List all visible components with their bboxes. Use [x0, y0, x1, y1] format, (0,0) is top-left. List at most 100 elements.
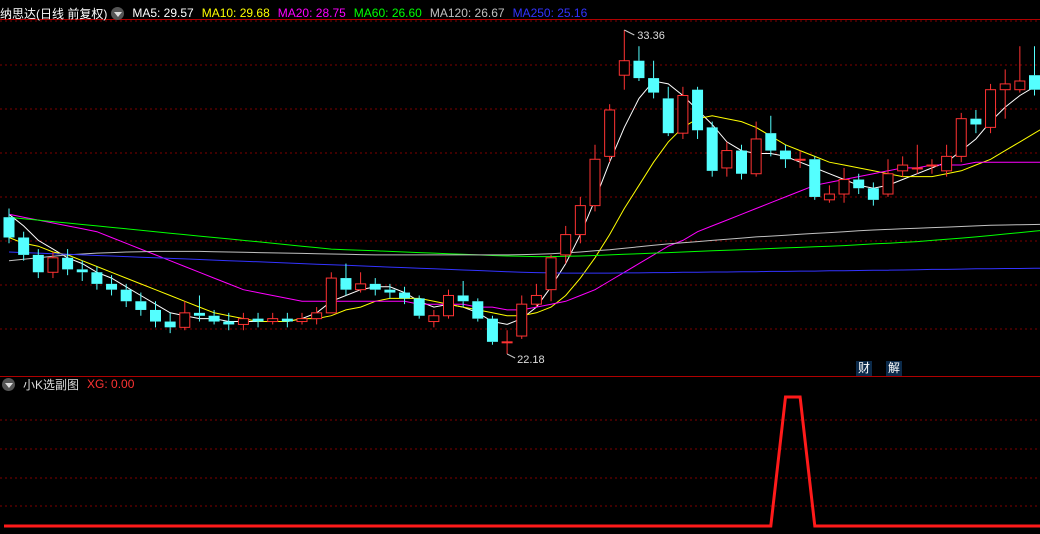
candle-body-down — [457, 295, 469, 302]
candle-body-up — [955, 118, 967, 157]
candle-body-up — [311, 312, 323, 320]
candle-body-down — [970, 118, 982, 125]
candle-body-down — [779, 150, 791, 160]
candle-body-up — [677, 94, 689, 134]
candle-body-down — [369, 283, 381, 290]
unlock-badge[interactable]: 解 — [886, 361, 902, 376]
candle-body-up — [897, 164, 909, 172]
candle-body-down — [252, 318, 264, 322]
candle-body-up — [325, 277, 337, 314]
candle-body-up — [985, 89, 997, 128]
low-pointer — [506, 353, 516, 359]
candle-body-down — [765, 133, 777, 151]
moving-average-lines — [8, 80, 1040, 325]
candle-body-down — [3, 217, 15, 238]
candle-body-up — [355, 283, 367, 291]
grid — [0, 19, 1040, 507]
candle-body-down — [223, 321, 235, 325]
candle-body-up — [721, 150, 733, 169]
candle-body-up — [911, 167, 923, 170]
candle-body-down — [164, 321, 176, 328]
candle-body-down — [472, 301, 484, 319]
candle-body-up — [574, 205, 586, 236]
ma250-label: MA250: 25.16 — [512, 6, 588, 20]
candle-body-down — [91, 272, 103, 284]
candle-body-up — [823, 193, 835, 201]
ma250-line — [8, 251, 1040, 274]
sub-legend: 小K选副图 XG: 0.00 — [0, 376, 142, 392]
candle-body-up — [589, 158, 601, 207]
ma120-line — [8, 223, 1040, 262]
candle-body-up — [941, 155, 953, 172]
candle-body-up — [926, 164, 938, 167]
candle-body-down — [32, 254, 44, 273]
candle-body-up — [838, 179, 850, 195]
candle-body-down — [736, 150, 747, 174]
candle-body-up — [443, 294, 454, 317]
candle-body-down — [486, 318, 498, 342]
price-annotations: 33.36 22.18 — [506, 29, 665, 366]
ma10-line — [8, 115, 1040, 322]
dropdown-arrow-icon[interactable] — [111, 6, 125, 20]
candle-body-up — [267, 318, 279, 323]
xg-value-label: XG: 0.00 — [87, 377, 135, 391]
stock-title[interactable]: 纳思达(日线 前复权) — [0, 5, 107, 22]
candle-body-up — [516, 303, 528, 337]
candle-body-down — [281, 318, 293, 322]
candle-body-down — [809, 159, 821, 197]
ma60-line — [8, 216, 1040, 258]
candle-body-down — [853, 179, 865, 189]
candle-body-down — [384, 289, 396, 293]
candle-body-up — [882, 173, 894, 195]
candle-body-down — [413, 298, 425, 316]
sub-chart-title[interactable]: 小K选副图 — [23, 376, 79, 393]
xg-indicator-line — [4, 395, 1040, 528]
candle-body-down — [662, 98, 674, 134]
ma10-label: MA10: 29.68 — [201, 6, 270, 20]
ma60-label: MA60: 26.60 — [353, 6, 422, 20]
high-pointer — [624, 29, 635, 36]
candle-body-down — [135, 301, 147, 310]
candle-body-down — [18, 237, 30, 255]
candle-body-up — [296, 318, 308, 323]
candle-body-up — [750, 138, 762, 175]
candle-body-down — [76, 269, 88, 273]
candle-body-down — [692, 89, 704, 131]
candle-body-up — [179, 312, 191, 328]
ma5-line — [8, 80, 1040, 325]
candle-body-down — [193, 312, 205, 316]
candle-body-down — [867, 188, 879, 200]
candle-body-down — [120, 289, 132, 302]
candle-body-down — [633, 60, 645, 79]
candlesticks — [3, 30, 1040, 354]
candle-body-up — [560, 234, 572, 256]
kline-chart[interactable]: 33.36 22.18 — [0, 0, 1040, 534]
xg-series-line — [4, 395, 1040, 528]
candle-body-up — [237, 318, 249, 325]
candle-body-down — [150, 309, 161, 322]
candle-body-up — [1014, 80, 1026, 91]
candle-body-down — [208, 315, 220, 322]
candle-body-down — [648, 78, 660, 93]
candle-body-down — [340, 278, 352, 290]
ma5-label: MA5: 29.57 — [132, 6, 194, 20]
financial-badge[interactable]: 财 — [856, 361, 872, 376]
candle-body-up — [501, 341, 513, 344]
dropdown-arrow-icon[interactable] — [2, 377, 15, 391]
low-price-label: 22.18 — [517, 354, 545, 366]
candle-body-up — [530, 294, 542, 305]
candle-body-up — [618, 60, 630, 76]
main-legend: 纳思达(日线 前复权) MA5: 29.57 MA10: 29.68 MA20:… — [0, 5, 595, 21]
candle-body-up — [47, 257, 59, 273]
candle-body-up — [428, 315, 440, 323]
candle-body-down — [62, 257, 74, 270]
candle-body-down — [106, 283, 118, 290]
ma20-label: MA20: 28.75 — [277, 6, 346, 20]
ma120-label: MA120: 26.67 — [429, 6, 505, 20]
candle-body-up — [545, 257, 557, 291]
candle-body-up — [999, 83, 1011, 91]
candle-body-down — [1029, 75, 1040, 90]
candle-body-up — [794, 158, 806, 161]
candle-body-down — [399, 292, 411, 299]
candle-body-up — [604, 109, 616, 157]
